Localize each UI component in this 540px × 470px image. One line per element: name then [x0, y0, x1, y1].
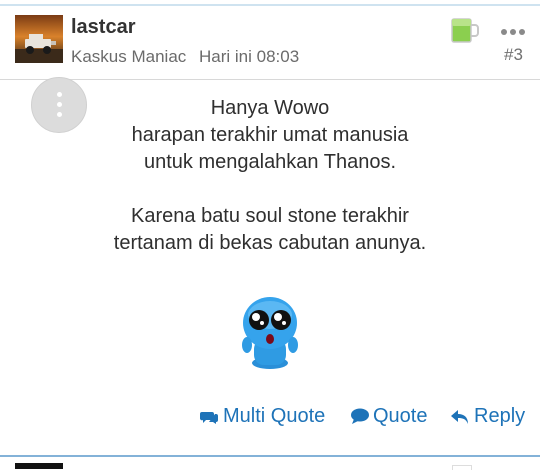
- post-line: Karena batu soul stone terakhir: [131, 205, 409, 227]
- multi-quote-button[interactable]: Multi Quote: [199, 405, 326, 428]
- post-line: harapan terakhir umat manusia: [131, 124, 409, 146]
- more-dots-icon[interactable]: [500, 24, 526, 40]
- reply-arrow-icon: [451, 410, 468, 424]
- post-body: Hanya Wowo harapan terakhir umat manusia…: [0, 95, 540, 257]
- top-divider: [0, 4, 540, 6]
- next-post-badge-icon: [452, 465, 472, 470]
- post-meta: Kaskus Maniac Hari ini 08:03: [71, 47, 299, 67]
- blue-puppy-eyes-emoticon: [241, 293, 299, 371]
- header-divider: [0, 79, 540, 80]
- speech-bubble-icon: [351, 408, 369, 424]
- post-line: untuk mengalahkan Thanos.: [143, 151, 397, 173]
- next-post-avatar[interactable]: [15, 463, 63, 469]
- jeep-avatar-image: [15, 15, 63, 63]
- reply-label: Reply: [474, 405, 526, 427]
- green-beer-mug-icon: [449, 16, 481, 44]
- multi-quote-label: Multi Quote: [223, 405, 326, 427]
- quote-label: Quote: [373, 405, 428, 427]
- post-bottom-divider: [0, 455, 540, 457]
- reply-button[interactable]: Reply: [450, 405, 525, 428]
- post-line: [0, 176, 540, 203]
- user-avatar[interactable]: [15, 15, 63, 63]
- post-line: Hanya Wowo: [210, 97, 330, 119]
- quote-button[interactable]: Quote: [350, 405, 427, 428]
- username[interactable]: lastcar: [71, 16, 136, 39]
- post-line: tertanam di bekas cabutan anunya.: [113, 232, 427, 254]
- post-time: Hari ini 08:03: [199, 47, 300, 66]
- post-number[interactable]: #3: [504, 45, 523, 65]
- multi-quote-icon: [199, 412, 218, 424]
- user-rank: Kaskus Maniac: [71, 47, 187, 66]
